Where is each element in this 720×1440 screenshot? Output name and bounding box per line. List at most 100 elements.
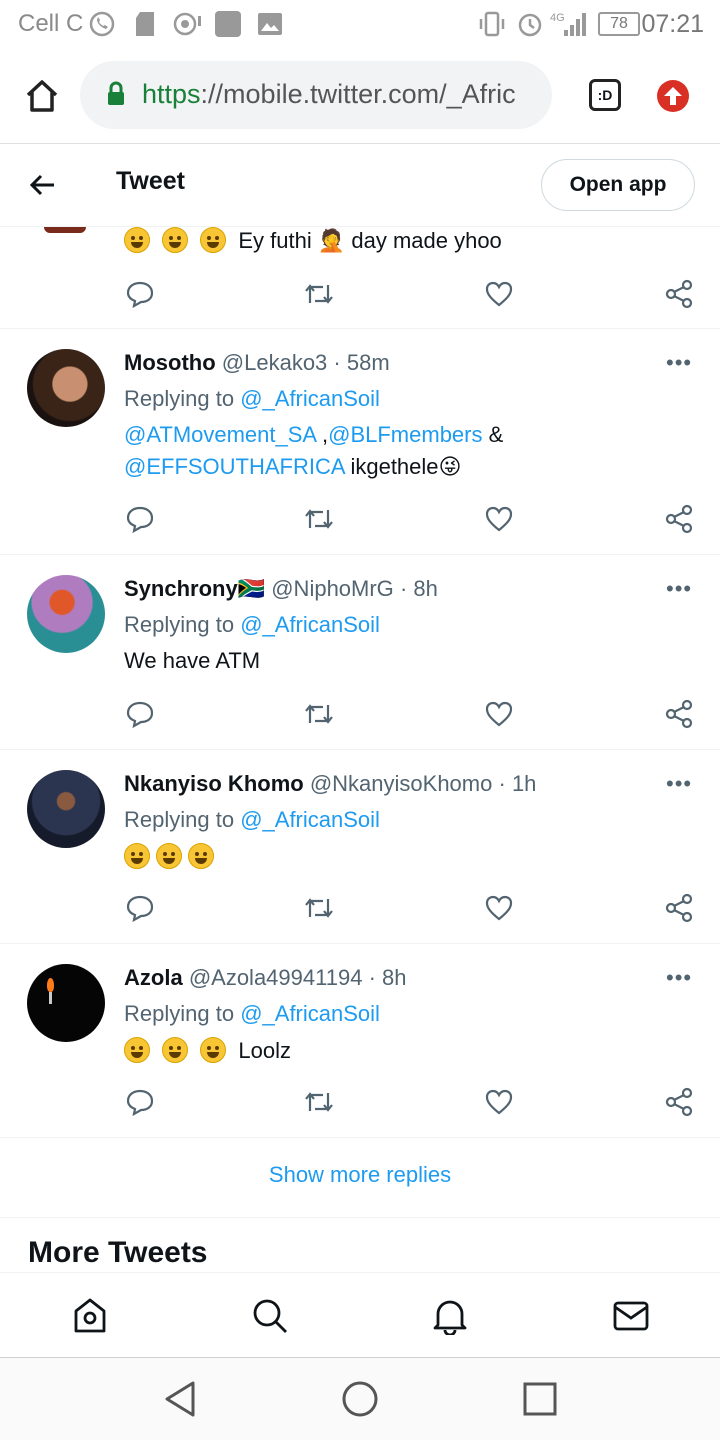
reply-icon[interactable] <box>125 699 155 729</box>
avatar[interactable] <box>44 227 86 233</box>
lock-icon <box>108 81 124 105</box>
avatar[interactable] <box>27 575 105 653</box>
address-bar[interactable]: https://mobile.twitter.com/_Afric <box>80 61 552 129</box>
vibrate-icon <box>479 11 505 37</box>
replying-to-link[interactable]: @_AfricanSoil <box>240 612 380 637</box>
separator-dot: · <box>333 350 341 375</box>
avatar[interactable] <box>27 964 105 1042</box>
timestamp[interactable]: 58m <box>347 350 390 375</box>
laughing-emoji <box>200 227 227 253</box>
more-options-icon[interactable]: ••• <box>666 350 692 376</box>
update-icon[interactable] <box>656 79 690 113</box>
tweet-text <box>124 843 220 870</box>
timestamp[interactable]: 8h <box>413 576 437 601</box>
retweet-icon[interactable] <box>303 1087 335 1117</box>
tweet-header: Azola @Azola49941194 · 8h <box>124 965 407 991</box>
recents-square-icon[interactable] <box>521 1380 559 1418</box>
back-triangle-icon[interactable] <box>162 1379 198 1419</box>
tweet-actions <box>0 699 720 739</box>
reply-icon[interactable] <box>125 279 155 309</box>
handle[interactable]: @Lekako3 <box>222 350 328 375</box>
more-options-icon[interactable]: ••• <box>666 965 692 991</box>
retweet-icon[interactable] <box>303 504 335 534</box>
tab-switcher-button[interactable]: :D <box>589 79 621 111</box>
tweet-actions <box>0 279 720 319</box>
image-icon <box>258 13 282 35</box>
replying-to: Replying to @_AfricanSoil <box>124 807 380 833</box>
retweet-icon[interactable] <box>303 279 335 309</box>
avatar[interactable] <box>27 349 105 427</box>
system-navigation-bar <box>0 1358 720 1440</box>
display-name[interactable]: Nkanyiso Khomo <box>124 771 304 796</box>
tweet-row[interactable]: Ey futhi 🤦 day made yhoo <box>0 227 720 329</box>
replying-to: Replying to @_AfricanSoil <box>124 386 380 412</box>
heart-icon[interactable] <box>484 893 514 923</box>
share-icon[interactable] <box>664 1087 694 1117</box>
bottom-nav <box>0 1272 720 1358</box>
handle[interactable]: @NiphoMrG <box>271 576 394 601</box>
reply-icon[interactable] <box>125 1087 155 1117</box>
more-options-icon[interactable]: ••• <box>666 771 692 797</box>
handle[interactable]: @Azola49941194 <box>189 965 363 990</box>
mention-link[interactable]: @EFFSOUTHAFRICA <box>124 454 344 479</box>
share-icon[interactable] <box>664 893 694 923</box>
mention-link[interactable]: @ATMovement_SA <box>124 422 316 447</box>
replying-prefix: Replying to <box>124 807 235 832</box>
replying-to-link[interactable]: @_AfricanSoil <box>240 807 380 832</box>
tweet-body: We have ATM <box>124 648 261 673</box>
avatar[interactable] <box>27 770 105 848</box>
heart-icon[interactable] <box>484 279 514 309</box>
reply-icon[interactable] <box>125 893 155 923</box>
tweet-text: Ey futhi 🤦 day made yhoo <box>124 227 502 254</box>
rofl-emoji <box>200 1037 227 1063</box>
handle[interactable]: @NkanyisoKhomo <box>310 771 493 796</box>
timestamp[interactable]: 8h <box>382 965 406 990</box>
tweet-header: Mosotho @Lekako3 · 58m <box>124 350 390 376</box>
reply-icon[interactable] <box>125 504 155 534</box>
rofl-emoji <box>124 1037 150 1063</box>
tweet-body: Loolz <box>238 1038 291 1063</box>
open-app-button[interactable]: Open app <box>541 159 695 211</box>
display-name[interactable]: Synchrony🇿🇦 <box>124 576 265 601</box>
back-arrow-icon[interactable] <box>28 171 56 199</box>
rofl-emoji <box>162 1037 189 1063</box>
share-icon[interactable] <box>664 279 694 309</box>
more-options-icon[interactable]: ••• <box>666 576 692 602</box>
display-name[interactable]: Mosotho <box>124 350 216 375</box>
url-path: ://mobile.twitter.com/_Afric <box>200 79 516 109</box>
page-header: Tweet Open app <box>0 145 720 227</box>
home-icon[interactable] <box>72 1297 108 1335</box>
tweet-row[interactable]: Mosotho @Lekako3 · 58m ••• Replying to @… <box>0 330 720 555</box>
search-icon[interactable] <box>251 1297 289 1335</box>
grinning-emoji <box>124 843 150 869</box>
messages-mail-icon[interactable] <box>612 1299 650 1333</box>
retweet-icon[interactable] <box>303 699 335 729</box>
laughing-emoji <box>124 227 150 253</box>
share-icon[interactable] <box>664 504 694 534</box>
home-icon[interactable] <box>24 78 60 114</box>
home-circle-icon[interactable] <box>340 1379 380 1419</box>
display-name[interactable]: Azola <box>124 965 183 990</box>
laughing-emoji <box>162 227 189 253</box>
heart-icon[interactable] <box>484 504 514 534</box>
carrier-label: Cell C <box>18 10 84 37</box>
mention-link[interactable]: @BLFmembers <box>328 422 482 447</box>
url-scheme: https <box>142 79 201 109</box>
tweet-row[interactable]: Azola @Azola49941194 · 8h ••• Replying t… <box>0 945 720 1138</box>
replying-prefix: Replying to <box>124 1001 235 1026</box>
heart-icon[interactable] <box>484 699 514 729</box>
heart-icon[interactable] <box>484 1087 514 1117</box>
smile-emoji <box>188 843 214 869</box>
timestamp[interactable]: 1h <box>512 771 536 796</box>
tweet-row[interactable]: Synchrony🇿🇦 @NiphoMrG · 8h ••• Replying … <box>0 556 720 750</box>
replying-to-link[interactable]: @_AfricanSoil <box>240 386 380 411</box>
separator-dot: · <box>368 965 376 990</box>
share-icon[interactable] <box>664 699 694 729</box>
notifications-bell-icon[interactable] <box>432 1297 468 1335</box>
mention-separator: , <box>315 422 329 447</box>
sd-card-icon <box>136 12 154 36</box>
retweet-icon[interactable] <box>303 893 335 923</box>
tweet-row[interactable]: Nkanyiso Khomo @NkanyisoKhomo · 1h ••• R… <box>0 751 720 944</box>
replying-to-link[interactable]: @_AfricanSoil <box>240 1001 380 1026</box>
show-more-replies-button[interactable]: Show more replies <box>0 1138 720 1218</box>
